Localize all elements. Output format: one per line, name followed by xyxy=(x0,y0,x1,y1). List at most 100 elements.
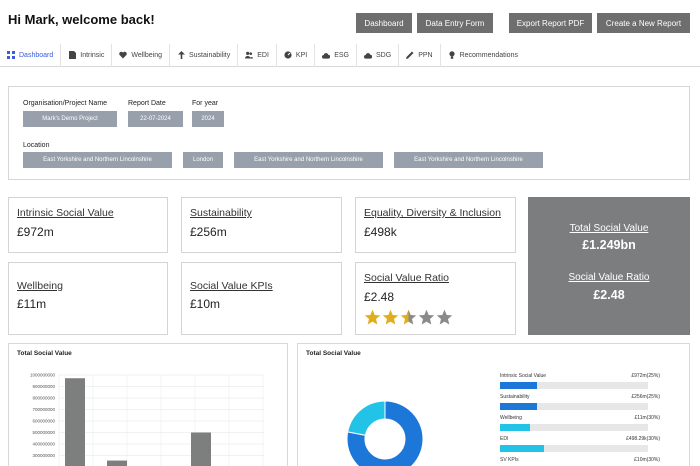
legend-bar xyxy=(500,382,537,389)
report-date-label: Report Date xyxy=(128,100,166,107)
social-value-ratio-label[interactable]: Social Value Ratio xyxy=(528,272,690,283)
year-label: For year xyxy=(192,100,219,107)
tab-edi[interactable]: EDI xyxy=(238,43,277,67)
tab-intrinsic[interactable]: Intrinsic xyxy=(61,43,113,67)
cloud-icon xyxy=(322,51,331,59)
location-label: Location xyxy=(23,142,50,149)
legend-item: Intrinsic Social Value £972m(25%) xyxy=(500,373,660,393)
tab-sdg[interactable]: SDG xyxy=(357,43,400,67)
tab-label: Intrinsic xyxy=(80,51,105,59)
wellbeing-card: Wellbeing £11m xyxy=(8,262,168,335)
star-icon xyxy=(418,309,435,325)
card-value: £498k xyxy=(364,225,397,239)
bar[interactable] xyxy=(191,432,211,466)
location-chip: East Yorkshire and Northern Lincolnshire xyxy=(23,152,172,168)
card-title[interactable]: Intrinsic Social Value xyxy=(17,207,114,219)
y-tick-label: 800000000 xyxy=(32,396,55,401)
y-tick-label: 700000000 xyxy=(32,407,55,412)
tab-label: Recommendations xyxy=(459,51,518,59)
cloud-icon xyxy=(364,51,373,59)
legend-value: £972m(25%) xyxy=(631,373,660,379)
tab-esg[interactable]: ESG xyxy=(315,43,358,67)
card-title[interactable]: Equality, Diversity & Inclusion xyxy=(364,207,501,219)
total-social-value-label[interactable]: Total Social Value xyxy=(528,223,690,234)
edi-card: Equality, Diversity & Inclusion £498k xyxy=(355,197,516,253)
pencil-icon xyxy=(406,51,414,59)
report-date-value: 22-07-2024 xyxy=(128,111,183,127)
tab-wellbeing[interactable]: Wellbeing xyxy=(112,43,170,67)
legend-name: Intrinsic Social Value xyxy=(500,373,547,379)
card-title[interactable]: Social Value Ratio xyxy=(364,272,449,284)
legend-track xyxy=(500,382,648,389)
star-rating xyxy=(364,309,454,326)
tab-kpi[interactable]: KPI xyxy=(277,43,316,67)
tab-label: EDI xyxy=(257,51,269,59)
grid-icon xyxy=(7,51,15,59)
legend-item: Sustainability £256m(25%) xyxy=(500,394,660,414)
legend-name: Sustainability xyxy=(500,394,530,400)
tab-label: KPI xyxy=(295,51,308,59)
legend-value: £10m(30%) xyxy=(634,457,660,463)
chart-title: Total Social Value xyxy=(306,350,361,357)
project-info-panel: Organisation/Project Name Mark's Demo Pr… xyxy=(8,86,690,180)
legend-item: EDI £498.29k(30%) xyxy=(500,436,660,456)
heart-icon xyxy=(119,51,128,59)
card-value: £972m xyxy=(17,225,54,239)
legend-track xyxy=(500,403,648,410)
legend-track xyxy=(500,424,648,431)
legend-value: £498.29k(30%) xyxy=(626,436,660,442)
tab-dashboard[interactable]: Dashboard xyxy=(0,43,62,67)
y-tick-label: 300000000 xyxy=(32,453,55,458)
legend-track xyxy=(500,445,648,452)
social-value-ratio-amount: £2.48 xyxy=(593,288,625,302)
legend-item: SV KPIs £10m(30%) xyxy=(500,457,660,466)
y-tick-label: 500000000 xyxy=(32,430,55,435)
bar[interactable] xyxy=(107,460,127,466)
tab-sustainability[interactable]: Sustainability xyxy=(170,43,239,67)
total-summary-card: Total Social Value £1.249bn Social Value… xyxy=(528,197,690,335)
year-value: 2024 xyxy=(192,111,224,127)
legend-name: Wellbeing xyxy=(500,415,522,421)
legend-value: £256m(25%) xyxy=(631,394,660,400)
star-icon xyxy=(400,309,417,325)
bar[interactable] xyxy=(65,378,85,466)
bar-chart-panel: Total Social Value 1000000000 900000000 80… xyxy=(8,343,288,466)
card-title[interactable]: Wellbeing xyxy=(17,280,63,292)
donut-chart xyxy=(346,400,424,466)
legend-name: EDI xyxy=(500,436,509,442)
arrow-up-icon xyxy=(177,51,185,59)
tab-label: ESG xyxy=(334,51,350,59)
bar-chart: 1000000000 900000000 800000000 700000000 600… xyxy=(30,373,264,466)
card-title[interactable]: Sustainability xyxy=(190,207,252,219)
card-value: £2.48 xyxy=(364,290,395,304)
tab-label: PPN xyxy=(418,51,433,59)
tab-recommendations[interactable]: Recommendations xyxy=(441,44,525,67)
legend-bar xyxy=(500,424,530,431)
star-icon xyxy=(364,309,381,325)
dashboard-button[interactable]: Dashboard xyxy=(356,13,412,33)
legend-bar xyxy=(500,445,545,452)
y-tick-label: 1000000000 xyxy=(30,373,56,378)
y-tick-label: 400000000 xyxy=(32,442,55,447)
social-value-ratio-card: Social Value Ratio £2.48 xyxy=(355,262,516,335)
legend-value: £11m(30%) xyxy=(634,415,660,421)
tab-ppn[interactable]: PPN xyxy=(399,43,441,67)
tab-label: Dashboard xyxy=(19,51,54,59)
users-icon xyxy=(245,51,254,59)
location-chip: East Yorkshire and Northern Lincolnshire xyxy=(234,152,383,168)
document-icon xyxy=(68,51,76,59)
legend-bar xyxy=(500,403,537,410)
data-entry-form-button[interactable]: Data Entry Form xyxy=(417,13,493,33)
tab-label: SDG xyxy=(376,51,392,59)
export-report-pdf-button[interactable]: Export Report PDF xyxy=(509,13,592,33)
gauge-icon xyxy=(284,51,292,59)
card-title[interactable]: Social Value KPIs xyxy=(190,280,273,292)
create-new-report-button[interactable]: Create a New Report xyxy=(597,13,690,33)
star-icon xyxy=(436,309,453,325)
legend-item: Wellbeing £11m(30%) xyxy=(500,415,660,435)
card-value: £10m xyxy=(190,297,221,311)
organisation-value: Mark's Demo Project xyxy=(23,111,117,127)
organisation-label: Organisation/Project Name xyxy=(23,100,108,107)
donut-slice[interactable] xyxy=(347,400,386,436)
card-value: £11m xyxy=(17,297,47,311)
